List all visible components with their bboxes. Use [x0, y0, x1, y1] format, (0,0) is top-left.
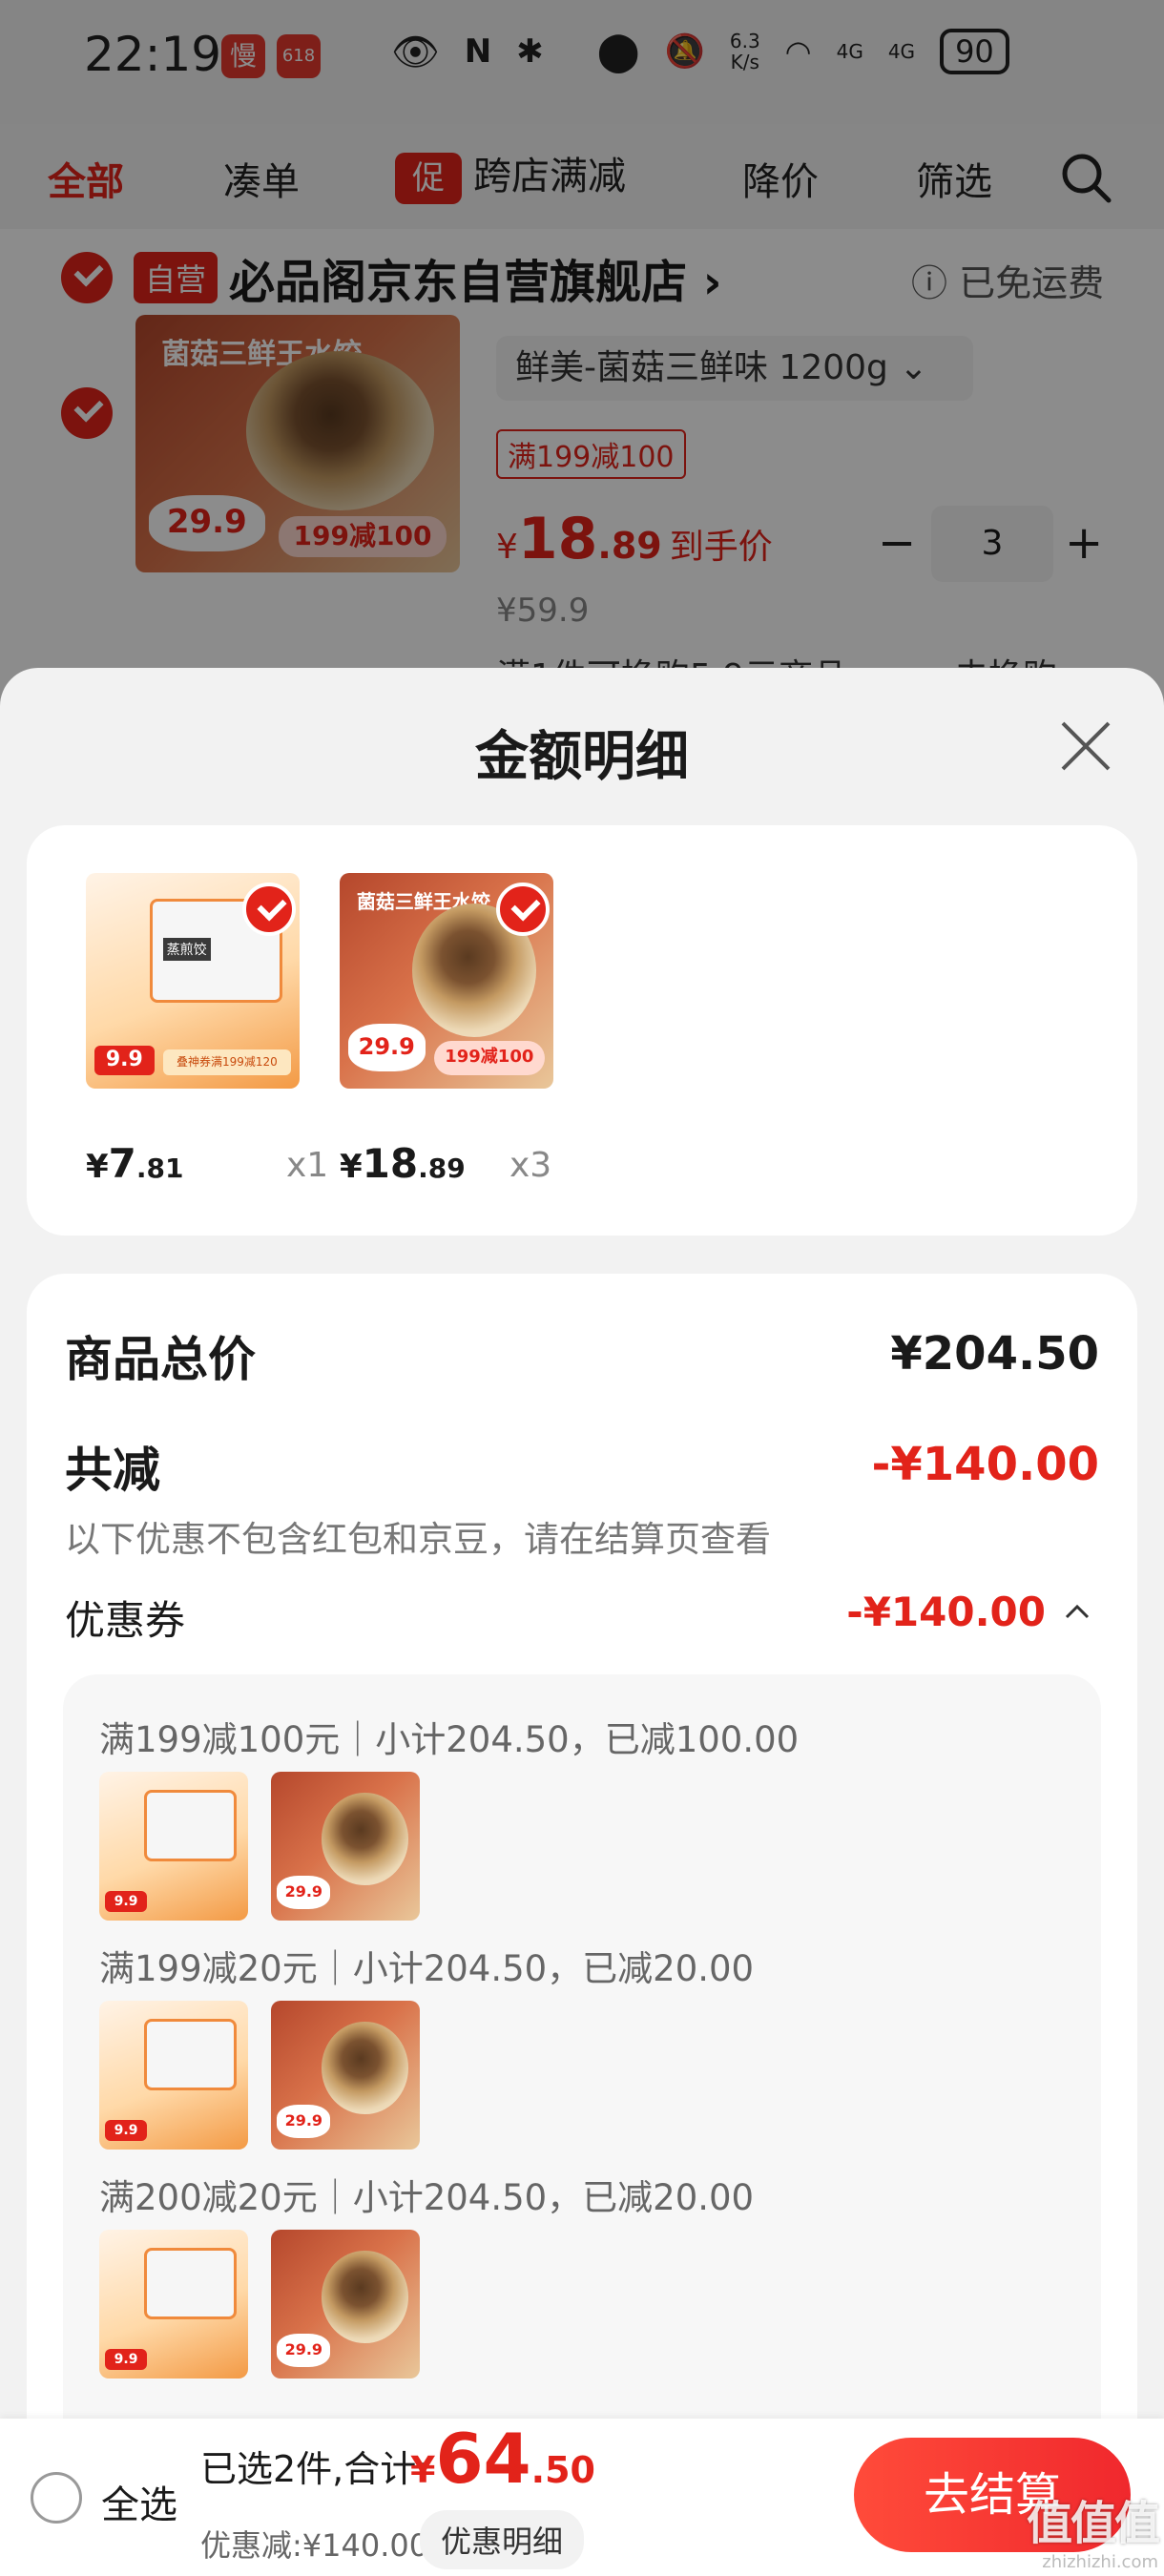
- coupon-product-thumb: 29.9: [271, 2230, 420, 2379]
- product-thumb-price: 9.9: [94, 1045, 155, 1076]
- unit-quantity: x3: [509, 1146, 552, 1185]
- product-bag-label: 蒸煎饺: [162, 937, 211, 961]
- coupon-label: 优惠券: [65, 1597, 186, 1644]
- thumb-price: 9.9: [105, 1890, 147, 1912]
- coupon-group: 满200减20元｜小计204.50，已减20.00 9.9 29.9: [99, 2169, 958, 2382]
- unit-price: ¥7.81: [86, 1140, 184, 1187]
- watermark: 值值值 zhizhizhi.com: [967, 2485, 1160, 2572]
- product-bag-graphic: [143, 1789, 237, 1861]
- total-price-label: 商品总价: [65, 1332, 256, 1387]
- thumb-price: 29.9: [277, 1876, 331, 1909]
- price-detail-sheet: 金额明细 蒸煎饺 9.9 叠神券满199减120 ¥7.81 x1 菌菇三鲜王水…: [0, 668, 1164, 2576]
- coupon-product-thumb: 9.9: [99, 2230, 248, 2379]
- product-thumb-band: 叠神券满199减120: [162, 1049, 292, 1076]
- coupon-group: 满199减100元｜小计204.50，已减100.00 9.9 29.9: [99, 1711, 958, 1924]
- close-icon[interactable]: [1057, 717, 1114, 775]
- coupon-group-products: 9.9 29.9: [99, 2001, 958, 2153]
- chevron-up-icon[interactable]: [1063, 1598, 1091, 1627]
- dumpling-graphic: [322, 1792, 408, 1885]
- unit-quantity: x1: [286, 1146, 329, 1185]
- product-thumb-mushroom: 菌菇三鲜王水饺 29.9 199减100: [340, 873, 553, 1089]
- thumb-price: 29.9: [277, 2105, 331, 2138]
- discount-detail-button[interactable]: 优惠明细: [420, 2510, 585, 2569]
- amount-detail-card: 商品总价 ¥204.50 共减 -¥140.00 以下优惠不包含红包和京豆，请在…: [27, 1274, 1137, 2576]
- thumb-price: 29.9: [277, 2334, 331, 2367]
- product-bag-graphic: [143, 2247, 237, 2319]
- selected-check-icon: [496, 883, 550, 936]
- selected-products-card: 蒸煎饺 9.9 叠神券满199减120 ¥7.81 x1 菌菇三鲜王水饺 29.…: [27, 825, 1137, 1236]
- selected-summary: 已选2件,合计:: [200, 2448, 429, 2490]
- watermark-url: zhizhizhi.com: [1042, 2552, 1158, 2572]
- total-reduction-value: -¥140.00: [871, 1438, 1099, 1491]
- product-thumb-band: 199减100: [433, 1041, 546, 1076]
- discount-amount: 优惠减:¥140.00: [200, 2527, 429, 2564]
- coupon-product-thumb: 29.9: [271, 1772, 420, 1921]
- coupon-product-thumb: 9.9: [99, 1772, 248, 1921]
- thumb-price: 9.9: [105, 2119, 147, 2141]
- select-all-checkbox[interactable]: [31, 2472, 82, 2524]
- total-price-value: ¥204.50: [890, 1327, 1099, 1381]
- total-amount: ¥64.50: [410, 2419, 595, 2499]
- product-thumb-price: 29.9: [347, 1024, 426, 1071]
- reduction-note: 以下优惠不包含红包和京豆，请在结算页查看: [65, 1519, 771, 1560]
- coupon-group: 满199减20元｜小计204.50，已减20.00 9.9 29.9: [99, 1940, 958, 2153]
- selected-check-icon: [242, 883, 296, 936]
- sheet-title: 金额明细: [475, 726, 689, 788]
- coupon-group-title: 满199减100元｜小计204.50，已减100.00: [99, 1719, 800, 1760]
- coupon-product-thumb: 29.9: [271, 2001, 420, 2150]
- coupon-group-title: 满199减20元｜小计204.50，已减20.00: [99, 1948, 755, 1989]
- total-reduction-label: 共减: [65, 1443, 160, 1498]
- dumpling-graphic: [322, 2021, 408, 2114]
- thumb-price: 9.9: [105, 2348, 147, 2370]
- coupon-value[interactable]: -¥140.00: [846, 1589, 1046, 1635]
- coupon-product-thumb: 9.9: [99, 2001, 248, 2150]
- product-bag-graphic: [143, 2018, 237, 2090]
- product-thumb-corn: 蒸煎饺 9.9 叠神券满199减120: [86, 873, 300, 1089]
- modal-overlay[interactable]: [0, 0, 1164, 725]
- dumpling-graphic: [322, 2250, 408, 2343]
- watermark-logo: 值值值: [1026, 2497, 1160, 2550]
- unit-price: ¥18.89: [340, 1140, 466, 1187]
- coupon-group-products: 9.9 29.9: [99, 2230, 958, 2382]
- coupon-group-title: 满200减20元｜小计204.50，已减20.00: [99, 2177, 755, 2218]
- coupon-group-products: 9.9 29.9: [99, 1772, 958, 1924]
- select-all-label[interactable]: 全选: [101, 2474, 177, 2529]
